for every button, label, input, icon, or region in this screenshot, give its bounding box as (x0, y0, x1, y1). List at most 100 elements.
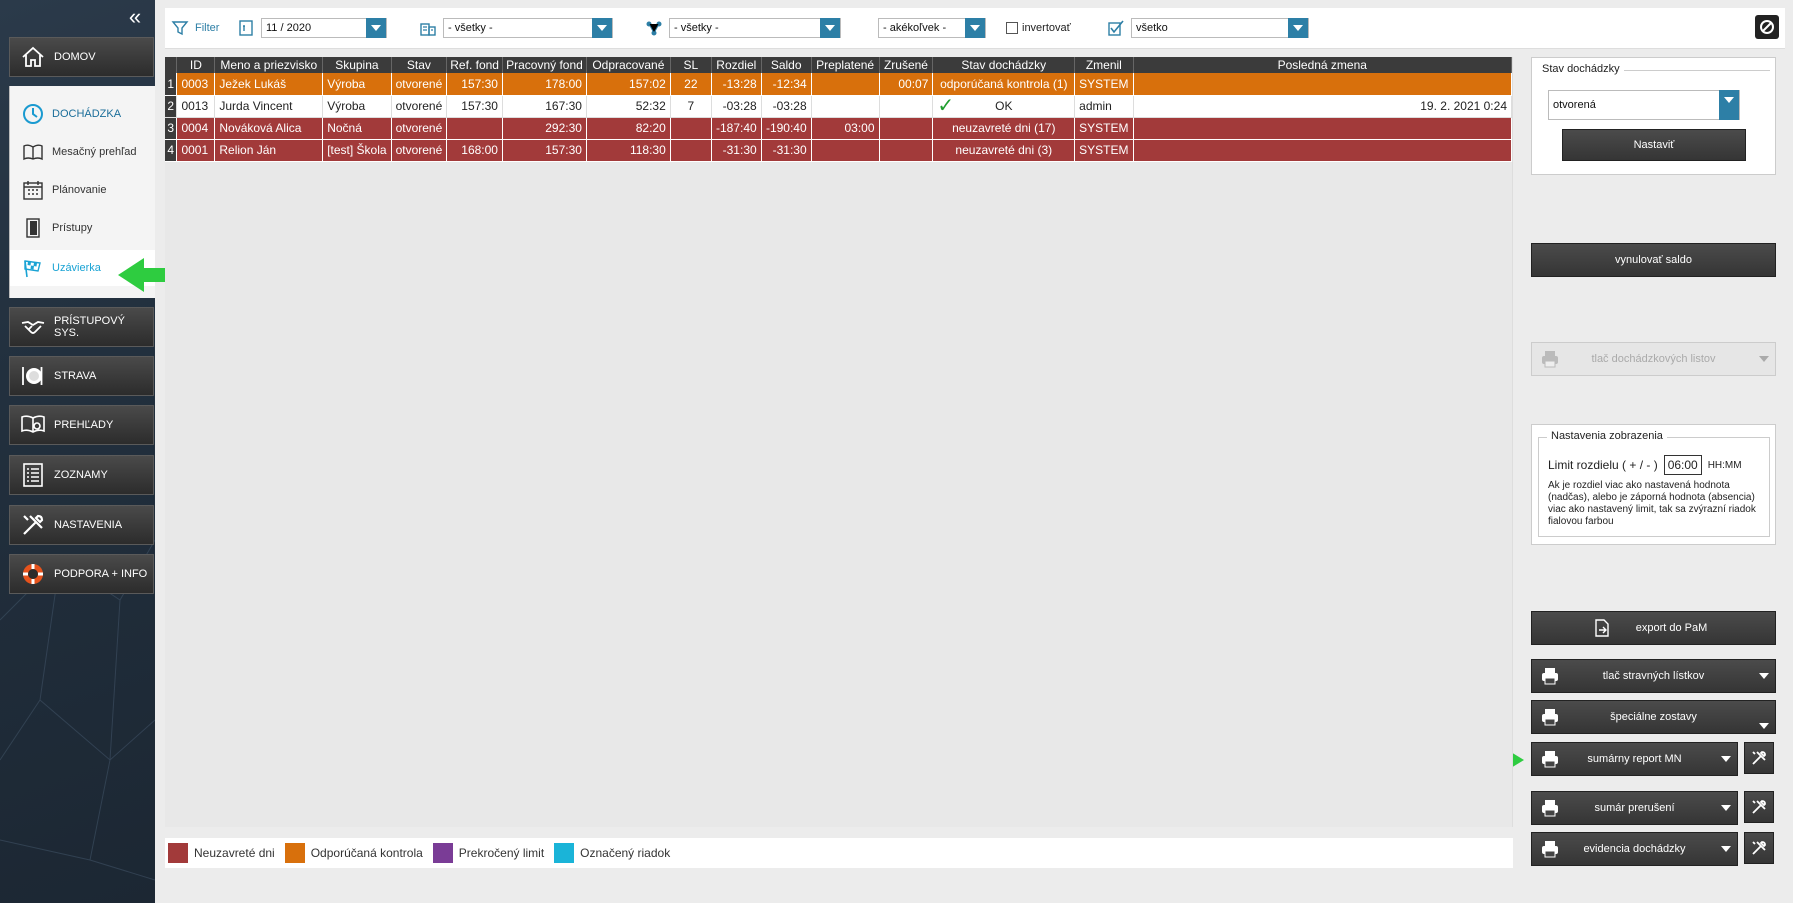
color-legend: Neuzavreté dni Odporúčaná kontrola Prekr… (165, 838, 1513, 868)
nav-domov[interactable]: DOMOV (9, 37, 154, 77)
col-last-change[interactable]: Posledná zmena (1133, 57, 1513, 73)
table-cell: 157:30 (446, 73, 503, 96)
col-ref-fund[interactable]: Ref. fond (446, 57, 503, 73)
col-attendance-state[interactable]: Stav dochádzky (932, 57, 1076, 73)
sidebar-item-mesacny-prehlad[interactable]: Mesačný prehľad (10, 134, 155, 170)
reset-saldo-button[interactable]: vynulovať saldo (1531, 243, 1776, 277)
sidebar-item-pristupy[interactable]: Prístupy (10, 210, 155, 246)
print-attendance-sheets-button[interactable]: tlač dochádzkových listov (1531, 342, 1776, 376)
table-cell: -187:40 (711, 117, 762, 140)
collapse-sidebar-icon[interactable]: « (124, 6, 146, 30)
display-settings-title: Nastavenia zobrazenia (1547, 430, 1667, 442)
attendance-evidence-settings-button[interactable] (1744, 832, 1774, 864)
set-state-button[interactable]: Nastaviť (1562, 129, 1746, 161)
col-name[interactable]: Meno a priezvisko (214, 57, 324, 73)
chevron-down-icon (1721, 805, 1731, 811)
attendance-evidence-button[interactable]: evidencia dochádzky (1531, 832, 1738, 866)
chevron-down-icon (965, 18, 985, 38)
col-work-fund[interactable]: Pracovný fond (502, 57, 587, 73)
col-saldo[interactable]: Saldo (761, 57, 812, 73)
table-cell: 22 (670, 73, 712, 96)
export-pam-label: export do PaM (1635, 622, 1708, 634)
table-cell: admin (1074, 95, 1134, 118)
display-settings-panel: Nastavenia zobrazenia Limit rozdielu ( +… (1531, 424, 1776, 545)
month-select[interactable]: 11 / 2020 (261, 18, 387, 38)
nav-prehlady[interactable]: PREHĽADY (9, 405, 154, 445)
nav-nastavenia[interactable]: NASTAVENIA (9, 505, 154, 545)
col-group[interactable]: Skupina (322, 57, 392, 73)
table-row[interactable]: 2 0013 Jurda Vincent Výroba otvorené 157:30 16… (165, 94, 1513, 118)
nav-dochadzka-label: DOCHÁDZKA (52, 108, 122, 120)
limit-help-text: Ak je rozdiel viac ako nastavená hodnota… (1548, 480, 1756, 527)
limit-row: Limit rozdielu ( + / - ) 06:00 HH:MM (1548, 455, 1742, 475)
filter-toggle[interactable]: Filter (171, 18, 219, 38)
nav-zoznamy[interactable]: ZOZNAMY (9, 455, 154, 495)
sidebar-item-planovanie[interactable]: Plánovanie (10, 172, 155, 208)
special-reports-button[interactable]: špeciálne zostavy (1531, 700, 1776, 734)
col-cancelled[interactable]: Zrušené (879, 57, 934, 73)
handshake-icon (21, 321, 45, 334)
special-reports-label: špeciálne zostavy (1610, 711, 1697, 723)
table-cell: -31:30 (711, 139, 762, 162)
nav-podpora[interactable]: PODPORA + INFO (9, 554, 154, 594)
home-icon (22, 46, 44, 67)
filter-label: Filter (195, 22, 220, 34)
department-select[interactable]: - všetky - (443, 18, 613, 38)
limit-input[interactable]: 06:00 (1663, 455, 1702, 475)
nav-dochadzka[interactable]: DOCHÁDZKA (10, 96, 155, 132)
chevron-down-icon (592, 18, 612, 38)
group-select[interactable]: - všetky - (669, 18, 841, 38)
table-cell (879, 117, 934, 140)
any-select[interactable]: - akékoľvek - (878, 18, 986, 38)
table-cell: 118:30 (586, 139, 671, 162)
table-cell: 157:30 (446, 95, 503, 118)
table-row[interactable]: 3 0004 Nováková Alica Nočná otvorené 292:30 82… (165, 117, 1513, 140)
export-pam-button[interactable]: export do PaM (1531, 611, 1776, 645)
attendance-table: ID Meno a priezvisko Skupina Stav Ref. f… (165, 57, 1513, 162)
breaks-summary-settings-button[interactable] (1744, 791, 1774, 823)
scope-select[interactable]: všetko (1131, 18, 1309, 38)
book-search-icon (21, 415, 45, 433)
lifebuoy-icon (23, 564, 43, 584)
calendar-icon (23, 181, 43, 200)
summary-report-settings-button[interactable] (1744, 742, 1774, 774)
tools-icon (1752, 841, 1766, 855)
col-sl[interactable]: SL (670, 57, 712, 73)
nav-strava[interactable]: STRAVA (9, 356, 154, 396)
attendance-evidence-label: evidencia dochádzky (1583, 843, 1686, 855)
clear-filter-button[interactable] (1755, 15, 1779, 39)
prohibited-icon (1760, 20, 1774, 34)
table-cell (446, 117, 503, 140)
attendance-state-select[interactable]: otvorená (1548, 90, 1740, 120)
table-row[interactable]: 4 0001 Relion Ján [test] Škola otvorené 168:0… (165, 139, 1513, 162)
table-cell: 52:32 (586, 95, 671, 118)
breaks-summary-button[interactable]: sumár prerušení (1531, 791, 1738, 825)
col-id[interactable]: ID (176, 57, 216, 73)
tools-icon (1752, 800, 1766, 814)
sidebar: « DOMOV DOCHÁDZKA Mesačný prehľad Plánov… (0, 0, 155, 903)
print-meal-tickets-button[interactable]: tlač stravných lístkov (1531, 659, 1776, 693)
table-cell (670, 139, 712, 162)
invert-checkbox-box[interactable] (1006, 22, 1018, 34)
col-worked[interactable]: Odpracované (586, 57, 671, 73)
col-difference[interactable]: Rozdiel (711, 57, 762, 73)
invert-checkbox[interactable]: invertovať (1006, 18, 1071, 38)
legend-item: Odporúčaná kontrola (284, 843, 423, 863)
table-cell: 7 (670, 95, 712, 118)
invert-label: invertovať (1022, 22, 1071, 34)
col-overpaid[interactable]: Preplatené (811, 57, 880, 73)
table-cell: SYSTEM (1074, 73, 1134, 96)
check-icon: ✓ (937, 94, 955, 117)
col-changed-by[interactable]: Zmenil (1074, 57, 1134, 73)
nav-pristupovy-sys[interactable]: PRÍSTUPOVÝ SYS. (9, 307, 154, 347)
list-icon (23, 463, 43, 487)
table-cell: 0013 (176, 95, 216, 118)
legend-item: Označený riadok (554, 843, 670, 863)
table-cell: 168:00 (446, 139, 503, 162)
col-state[interactable]: Stav (391, 57, 448, 73)
table-row[interactable]: 1 0003 Ježek Lukáš Výroba otvorené 157:30 178:… (165, 73, 1513, 96)
summary-report-button[interactable]: sumárny report MN (1531, 742, 1738, 776)
table-cell: 157:02 (586, 73, 671, 96)
table-cell (811, 95, 880, 118)
table-cell: -03:28 (761, 95, 812, 118)
